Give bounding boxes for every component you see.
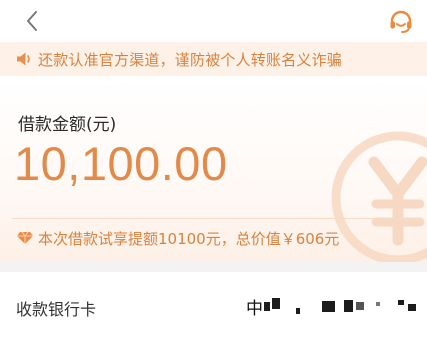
amount-label: 借款金额(元): [18, 115, 117, 135]
bank-name-prefix: 中: [246, 299, 263, 319]
yen-watermark-icon: [331, 131, 427, 262]
bank-card-label: 收款银行卡: [16, 300, 97, 319]
top-nav-bar: [0, 0, 427, 42]
receiving-bank-card-row[interactable]: 收款银行卡 中: [0, 272, 427, 337]
credit-boost-benefit-text: 本次借款试享提额10100元，总价值￥606元: [38, 230, 340, 248]
speaker-icon: [17, 52, 30, 66]
amount-value: 10,100.00: [14, 137, 228, 190]
diamond-icon: [17, 231, 33, 244]
anti-fraud-notice: 还款认准官方渠道，谨防被个人转账名义诈骗: [0, 42, 427, 76]
divider: [12, 218, 415, 219]
loan-amount-card: 借款金额(元) 10,100.00 本次借款试享提额10100元，总价值￥606…: [0, 76, 427, 262]
headset-icon[interactable]: [388, 9, 414, 35]
notice-text: 还款认准官方渠道，谨防被个人转账名义诈骗: [38, 51, 343, 69]
chevron-left-icon[interactable]: [22, 9, 44, 33]
